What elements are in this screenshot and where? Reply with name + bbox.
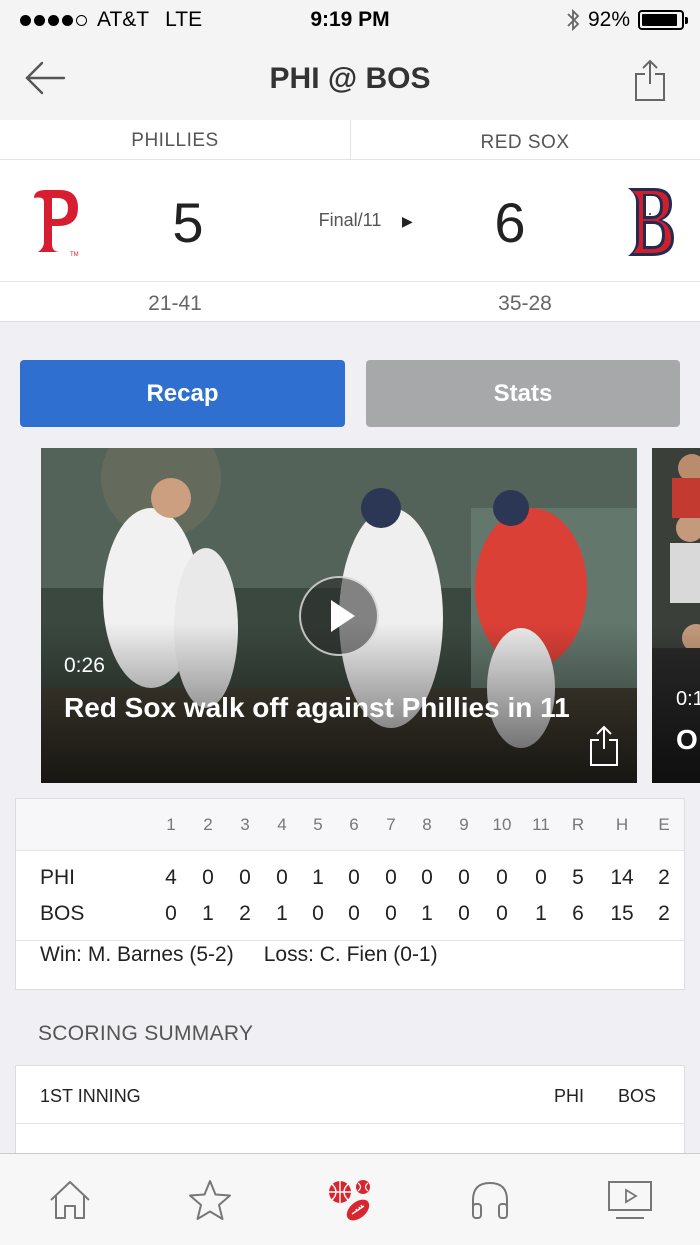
linescore-cell: 1 xyxy=(535,902,547,925)
battery-icon xyxy=(638,10,688,30)
inning-label: 1ST INNING xyxy=(40,1086,141,1106)
linescore-col-header: 8 xyxy=(422,815,432,834)
linescore-cell: 0 xyxy=(276,866,288,889)
winning-pitcher: Win: M. Barnes (5-2) xyxy=(40,943,234,966)
linescore-cell: 1 xyxy=(312,866,324,889)
away-score: 5 xyxy=(172,191,204,254)
linescore-cell: 15 xyxy=(610,902,634,925)
linescore-cell: 4 xyxy=(165,866,177,889)
page-title: PHI @ BOS xyxy=(269,62,431,95)
pitcher-decisions: Win: M. Barnes (5-2) Loss: C. Fien (0-1) xyxy=(40,943,438,967)
share-icon[interactable] xyxy=(589,725,619,767)
play-icon xyxy=(331,600,355,632)
linescore-cell: 6 xyxy=(572,902,584,925)
video-card-next[interactable]: 0:1 O xyxy=(652,448,700,783)
linescore-team: BOS xyxy=(40,902,85,925)
score-row: TM 5 Final/11 ▶ 6 xyxy=(0,160,700,282)
inning-header: 1ST INNING PHI BOS xyxy=(16,1066,684,1124)
linescore-cell: 0 xyxy=(535,866,547,889)
game-status[interactable]: Final/11 xyxy=(300,210,400,231)
headphones-icon[interactable] xyxy=(466,1176,514,1224)
linescore-col-header: 7 xyxy=(386,815,396,834)
share-icon[interactable] xyxy=(634,58,666,102)
linescore-cell: 0 xyxy=(312,902,324,925)
linescore-col-header: 11 xyxy=(532,815,550,834)
stats-button[interactable]: Stats xyxy=(366,360,680,427)
away-record: 21-41 xyxy=(148,292,202,315)
battery-fill xyxy=(642,14,677,26)
home-team-name[interactable]: RED SOX xyxy=(350,132,700,154)
away-col-label: PHI xyxy=(554,1086,585,1106)
home-score: 6 xyxy=(494,191,526,254)
linescore-col-header: 9 xyxy=(459,815,469,834)
linescore-col-header: 10 xyxy=(492,815,512,834)
nav-bar: PHI @ BOS xyxy=(0,40,700,120)
video-duration: 0:1 xyxy=(676,688,700,710)
linescore-cell: 0 xyxy=(239,866,251,889)
linescore-cell: 0 xyxy=(165,902,177,925)
play-button[interactable] xyxy=(299,576,379,656)
scoring-summary-card: 1ST INNING PHI BOS xyxy=(15,1065,685,1165)
status-bar: AT&T LTE 9:19 PM 92% xyxy=(0,0,700,40)
linescore-cell: 2 xyxy=(239,902,251,925)
losing-pitcher: Loss: C. Fien (0-1) xyxy=(263,943,438,966)
linescore-cell: 1 xyxy=(276,902,288,925)
linescore-cell: 0 xyxy=(458,902,470,925)
phillies-logo[interactable]: TM xyxy=(24,186,82,258)
linescore-cell: 2 xyxy=(658,866,670,889)
battery-percent: 92% xyxy=(587,8,630,31)
svg-text:TM: TM xyxy=(70,252,79,258)
video-icon[interactable] xyxy=(606,1176,654,1224)
section-title: SCORING SUMMARY xyxy=(38,1022,254,1045)
linescore-body: PHI 4 0 0 0 1 0 0 0 0 0 0 5 14 2 BOS 0 1 2 1 0 0 0 1 0 0 1 6 15 2 xyxy=(16,851,684,941)
linescore[interactable]: 1 2 3 4 5 6 7 8 9 10 11 R H E PHI 4 0 0 0 1 0 0 0 0 0 0 5 14 2 BOS 0 1… xyxy=(15,798,685,990)
star-icon[interactable] xyxy=(186,1176,234,1224)
linescore-cell: 0 xyxy=(385,866,397,889)
linescore-cell: 0 xyxy=(496,902,508,925)
linescore-col-header: 3 xyxy=(240,815,250,834)
status-right: 92% xyxy=(566,8,688,32)
linescore-cell: 1 xyxy=(421,902,433,925)
bluetooth-icon xyxy=(567,8,580,32)
home-record: 35-28 xyxy=(498,292,552,315)
video-duration: 0:26 xyxy=(64,654,105,677)
linescore-cell: 0 xyxy=(348,902,360,925)
linescore-cell: 0 xyxy=(385,902,397,925)
linescore-col-header: E xyxy=(658,815,670,834)
linescore-header: 1 2 3 4 5 6 7 8 9 10 11 R H E xyxy=(16,799,684,851)
away-team-name[interactable]: PHILLIES xyxy=(0,130,350,152)
home-col-label: BOS xyxy=(618,1086,657,1106)
video-title[interactable]: O xyxy=(676,724,698,756)
tab-bar xyxy=(0,1153,700,1245)
linescore-cell: 0 xyxy=(421,866,433,889)
video-title[interactable]: Red Sox walk off against Phillies in 11 xyxy=(64,690,574,725)
team-names: PHILLIES RED SOX xyxy=(0,120,700,160)
linescore-col-header: 5 xyxy=(313,815,323,834)
recap-button[interactable]: Recap xyxy=(20,360,345,427)
linescore-col-header: 4 xyxy=(277,815,287,834)
linescore-col-header: 6 xyxy=(349,815,359,834)
records-row: 21-41 35-28 xyxy=(0,282,700,322)
red-sox-logo[interactable] xyxy=(622,184,678,260)
score-card: PHILLIES RED SOX TM 5 Final/11 ▶ 6 21-41… xyxy=(0,120,700,322)
linescore-col-header: 2 xyxy=(203,815,213,834)
linescore-team: PHI xyxy=(40,866,76,889)
sports-icon[interactable] xyxy=(326,1176,374,1224)
linescore-cell: 1 xyxy=(202,902,214,925)
home-icon[interactable] xyxy=(46,1176,94,1224)
linescore-cell: 14 xyxy=(610,866,634,889)
linescore-col-header: H xyxy=(615,815,629,834)
linescore-col-header: 1 xyxy=(166,815,176,834)
linescore-cell: 0 xyxy=(202,866,214,889)
linescore-cell: 0 xyxy=(348,866,360,889)
video-card[interactable]: 0:26 Red Sox walk off against Phillies i… xyxy=(41,448,637,783)
linescore-cell: 0 xyxy=(458,866,470,889)
linescore-col-header: R xyxy=(571,815,585,834)
linescore-cell: 5 xyxy=(572,866,584,889)
play-arrow-icon[interactable]: ▶ xyxy=(402,213,413,230)
linescore-cell: 2 xyxy=(658,902,670,925)
linescore-cell: 0 xyxy=(496,866,508,889)
